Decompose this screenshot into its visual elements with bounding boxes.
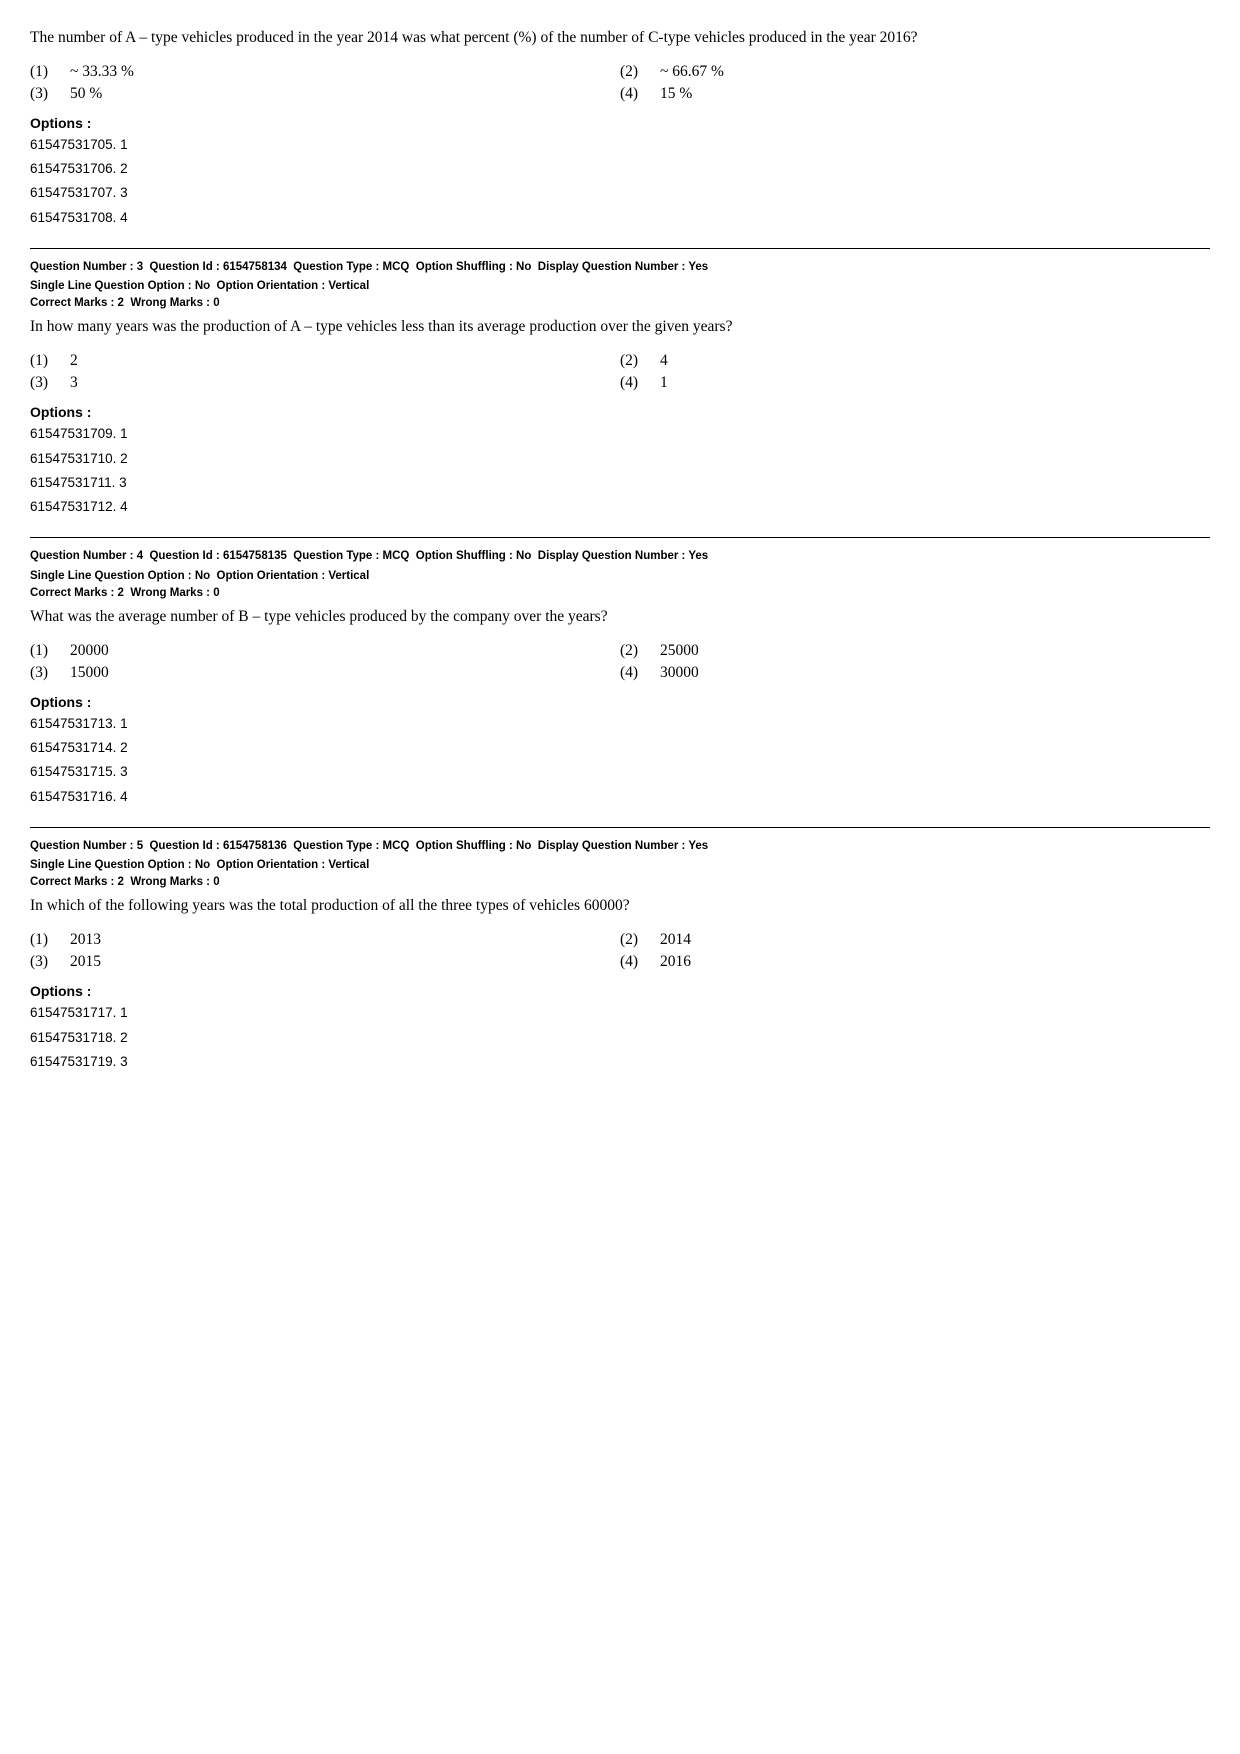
option-3-4: (4) 1 [620, 372, 1210, 394]
option-2-2: (2) ~ 66.67 % [620, 61, 1210, 83]
option-3-2: (2) 4 [620, 350, 1210, 372]
question-5-text: In which of the following years was the … [30, 894, 1210, 919]
question-3-meta-1: Question Number : 3 Question Id : 615475… [30, 259, 1210, 276]
option-ids-4: 61547531713. 1 61547531714. 2 6154753171… [30, 712, 1210, 809]
question-5-marks: Correct Marks : 2 Wrong Marks : 0 [30, 876, 1210, 888]
option-5-4: (4) 2016 [620, 951, 1210, 973]
question-4-text: What was the average number of B – type … [30, 605, 1210, 630]
option-5-3: (3) 2015 [30, 951, 620, 973]
question-3-marks: Correct Marks : 2 Wrong Marks : 0 [30, 297, 1210, 309]
option-2-1: (1) ~ 33.33 % [30, 61, 620, 83]
option-4-1: (1) 20000 [30, 640, 620, 662]
divider-5 [30, 827, 1210, 828]
question-3-block: Question Number : 3 Question Id : 615475… [30, 248, 1210, 519]
option-5-1: (1) 2013 [30, 929, 620, 951]
option-ids-2: 61547531705. 1 61547531706. 2 6154753170… [30, 133, 1210, 230]
question-2-options: (1) ~ 33.33 % (2) ~ 66.67 % (3) 50 % (4)… [30, 61, 1210, 105]
question-4-meta-2: Single Line Question Option : No Option … [30, 568, 1210, 585]
divider-3 [30, 248, 1210, 249]
options-label-4: Options : [30, 694, 1210, 710]
question-3-options: (1) 2 (2) 4 (3) 3 (4) 1 [30, 350, 1210, 394]
option-3-3: (3) 3 [30, 372, 620, 394]
question-3-meta-2: Single Line Question Option : No Option … [30, 278, 1210, 295]
option-2-3: (3) 50 % [30, 83, 620, 105]
options-label-5: Options : [30, 983, 1210, 999]
option-2-4: (4) 15 % [620, 83, 1210, 105]
option-ids-5: 61547531717. 1 61547531718. 2 6154753171… [30, 1001, 1210, 1074]
question-5-block: Question Number : 5 Question Id : 615475… [30, 827, 1210, 1074]
question-5-meta-1: Question Number : 5 Question Id : 615475… [30, 838, 1210, 855]
question-4-options: (1) 20000 (2) 25000 (3) 15000 (4) 30000 [30, 640, 1210, 684]
option-4-2: (2) 25000 [620, 640, 1210, 662]
question-5-options: (1) 2013 (2) 2014 (3) 2015 (4) 2016 [30, 929, 1210, 973]
question-2-text: The number of A – type vehicles produced… [30, 26, 1210, 51]
question-3-text: In how many years was the production of … [30, 315, 1210, 340]
question-4-block: Question Number : 4 Question Id : 615475… [30, 537, 1210, 808]
option-4-3: (3) 15000 [30, 662, 620, 684]
question-4-marks: Correct Marks : 2 Wrong Marks : 0 [30, 587, 1210, 599]
option-3-1: (1) 2 [30, 350, 620, 372]
divider-4 [30, 537, 1210, 538]
question-5-meta-2: Single Line Question Option : No Option … [30, 857, 1210, 874]
options-label-2: Options : [30, 115, 1210, 131]
question-4-meta-1: Question Number : 4 Question Id : 615475… [30, 548, 1210, 565]
options-label-3: Options : [30, 404, 1210, 420]
option-5-2: (2) 2014 [620, 929, 1210, 951]
question-2-block: The number of A – type vehicles produced… [30, 26, 1210, 230]
option-ids-3: 61547531709. 1 61547531710. 2 6154753171… [30, 422, 1210, 519]
option-4-4: (4) 30000 [620, 662, 1210, 684]
